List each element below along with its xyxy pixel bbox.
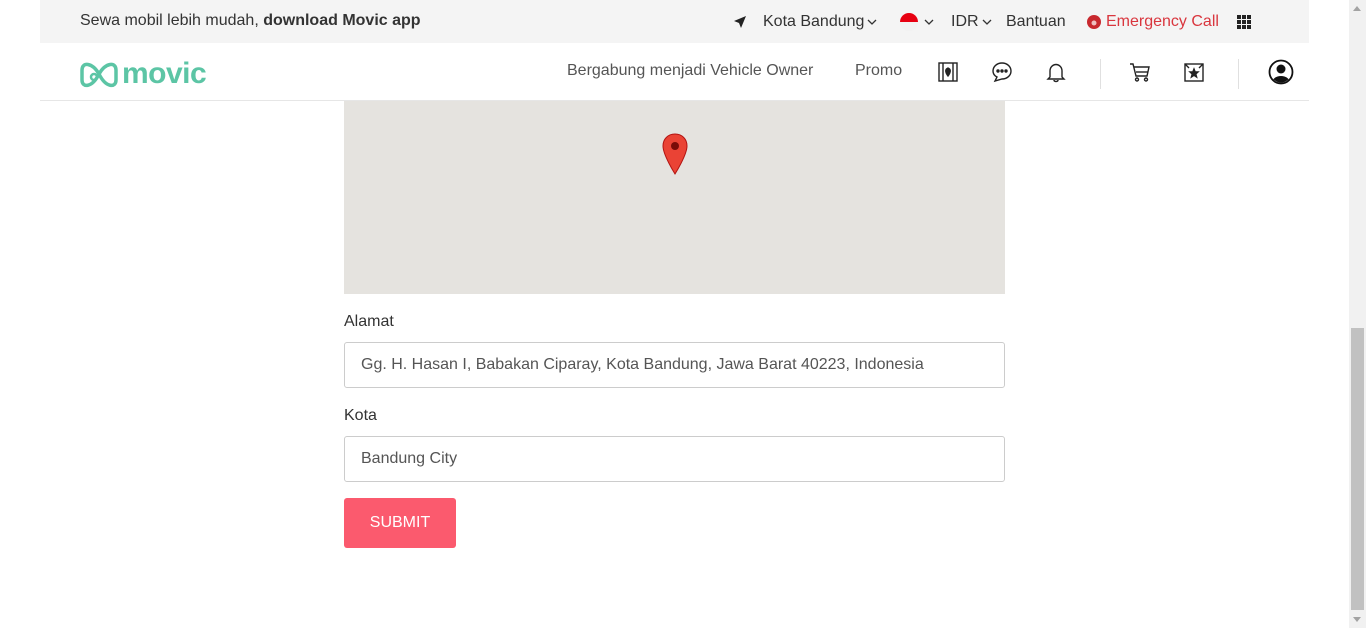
emergency-call-link[interactable]: Emergency Call: [1086, 0, 1219, 43]
chevron-down-icon: [924, 13, 934, 31]
city-label-field: Kota: [344, 407, 377, 424]
chat-icon[interactable]: [990, 60, 1014, 84]
promo-text: Sewa mobil lebih mudah,: [80, 12, 264, 29]
emergency-icon: [1086, 14, 1102, 30]
submit-button[interactable]: SUBMIT: [344, 498, 456, 548]
movic-logo-icon: [80, 58, 118, 90]
address-input[interactable]: Gg. H. Hasan I, Babakan Ciparay, Kota Ba…: [344, 342, 1005, 388]
scroll-down-arrow-icon[interactable]: [1353, 617, 1361, 622]
favorite-icon[interactable]: [1182, 60, 1206, 84]
emergency-label: Emergency Call: [1106, 12, 1219, 30]
promo-link[interactable]: Promo: [855, 62, 902, 80]
address-input-value: Gg. H. Hasan I, Babakan Ciparay, Kota Ba…: [361, 356, 924, 373]
chevron-down-icon: [867, 13, 877, 31]
location-map[interactable]: [344, 101, 1005, 294]
chevron-down-icon: [982, 13, 992, 31]
nav-divider: [1238, 59, 1239, 89]
grid-icon: [1237, 14, 1251, 29]
city-input-value: Bandung City: [361, 450, 458, 467]
indonesia-flag-icon: [900, 12, 918, 31]
city-label: Kota Bandung: [763, 12, 865, 30]
user-icon[interactable]: [1268, 59, 1294, 85]
currency-selector[interactable]: IDR: [951, 0, 992, 43]
map-icon[interactable]: [936, 60, 960, 84]
address-label: Alamat: [344, 313, 394, 330]
help-label: Bantuan: [1006, 12, 1066, 30]
download-app-banner[interactable]: Sewa mobil lebih mudah, download Movic a…: [80, 12, 421, 30]
page-scrollbar[interactable]: [1349, 0, 1366, 628]
language-selector[interactable]: [900, 0, 934, 43]
logo-text: movic: [122, 57, 207, 90]
main-navbar: movic Bergabung menjadi Vehicle Owner Pr…: [40, 43, 1309, 101]
scrollbar-thumb[interactable]: [1351, 328, 1364, 610]
navigation-arrow-icon: [733, 15, 747, 29]
map-pin-icon[interactable]: [662, 133, 688, 180]
promo-download-link[interactable]: download Movic app: [263, 12, 420, 29]
nav-divider: [1100, 59, 1101, 89]
join-vehicle-owner-link[interactable]: Bergabung menjadi Vehicle Owner: [567, 62, 813, 80]
location-selector[interactable]: Kota Bandung: [733, 0, 877, 43]
help-link[interactable]: Bantuan: [1006, 0, 1066, 43]
top-bar: Sewa mobil lebih mudah, download Movic a…: [40, 0, 1309, 43]
city-input[interactable]: Bandung City: [344, 436, 1005, 482]
apps-grid-button[interactable]: [1237, 0, 1251, 43]
scroll-up-arrow-icon[interactable]: [1353, 6, 1361, 11]
bell-icon[interactable]: [1044, 60, 1068, 84]
currency-label: IDR: [951, 12, 979, 30]
movic-logo[interactable]: movic: [80, 57, 207, 91]
cart-icon[interactable]: [1128, 60, 1152, 84]
